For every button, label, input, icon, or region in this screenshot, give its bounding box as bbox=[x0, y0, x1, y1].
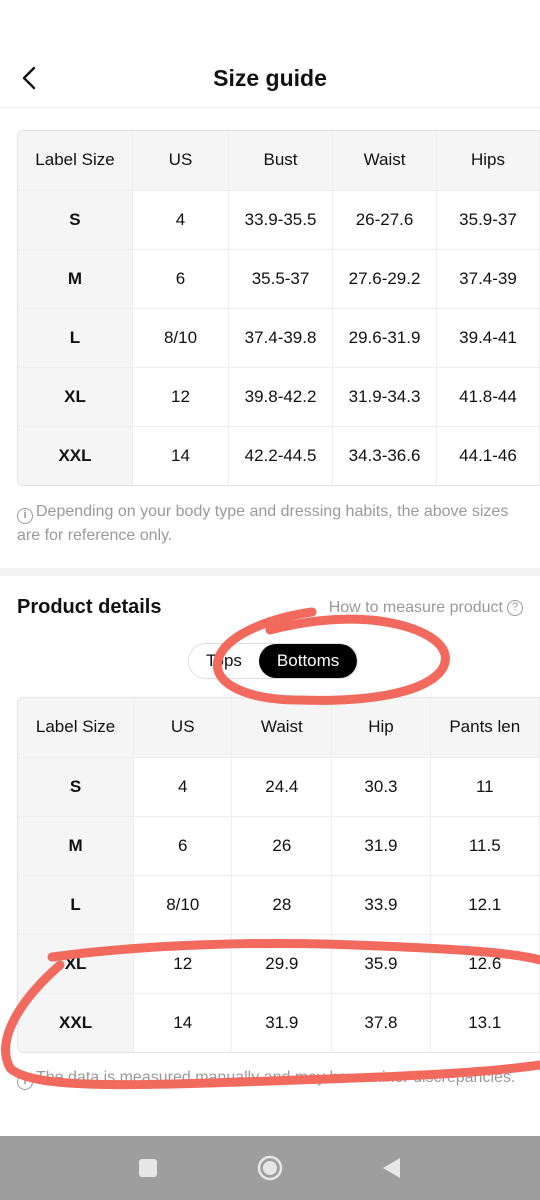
table-cell: 34.3-36.6 bbox=[332, 426, 438, 485]
table-cell: 14 bbox=[132, 426, 230, 485]
table-cell: 28 bbox=[231, 875, 333, 935]
table-row: XXL 14 31.9 37.8 13.1 bbox=[18, 993, 540, 1052]
note-text: The data is measured manually and may ha… bbox=[36, 1069, 516, 1086]
size-label-cell: XL bbox=[18, 934, 135, 994]
table-cell: 26 bbox=[231, 816, 333, 876]
info-icon: i bbox=[17, 1074, 33, 1090]
column-header: US bbox=[132, 131, 230, 191]
table-row: XL 12 39.8-42.2 31.9-34.3 41.8-44 bbox=[18, 367, 540, 427]
tab-tops[interactable]: Tops bbox=[189, 644, 259, 678]
table-cell: 12 bbox=[132, 367, 230, 427]
table-cell: 37.4-39 bbox=[436, 249, 540, 309]
category-toggle: Tops Bottoms bbox=[188, 643, 359, 679]
table-cell: 39.8-42.2 bbox=[228, 367, 334, 427]
table-cell: 39.4-41 bbox=[436, 308, 540, 368]
back-triangle-icon[interactable] bbox=[378, 1154, 406, 1182]
table-cell: 13.1 bbox=[430, 993, 540, 1052]
section-divider bbox=[0, 568, 540, 576]
column-header: Hip bbox=[331, 698, 431, 758]
table-cell: 8/10 bbox=[132, 308, 230, 368]
table-cell: 31.9 bbox=[331, 816, 431, 876]
table-cell: 42.2-44.5 bbox=[228, 426, 334, 485]
app-header: Size guide bbox=[0, 50, 540, 108]
table-cell: 26-27.6 bbox=[332, 190, 438, 250]
table-header-row: Label Size US Waist Hip Pants len bbox=[18, 698, 540, 758]
size-guide-content[interactable]: Label Size US Bust Waist Hips S 4 33.9-3… bbox=[0, 108, 540, 1136]
table-row: XXL 14 42.2-44.5 34.3-36.6 44.1-46 bbox=[18, 426, 540, 485]
column-header: Waist bbox=[231, 698, 333, 758]
table-cell: 29.9 bbox=[231, 934, 333, 994]
table-cell: 11.5 bbox=[430, 816, 540, 876]
size-label-cell: L bbox=[18, 875, 135, 935]
column-header: Bust bbox=[228, 131, 334, 191]
page-title: Size guide bbox=[213, 65, 327, 91]
table-row: S 4 24.4 30.3 11 bbox=[18, 757, 540, 817]
table-cell: 37.4-39.8 bbox=[228, 308, 334, 368]
question-icon: ? bbox=[507, 600, 523, 616]
table-cell: 6 bbox=[133, 816, 233, 876]
table-cell: 27.6-29.2 bbox=[332, 249, 438, 309]
table-cell: 12.1 bbox=[430, 875, 540, 935]
product-size-table: Label Size US Waist Hip Pants len S 4 24… bbox=[17, 697, 540, 1053]
info-icon: i bbox=[17, 508, 33, 524]
table-cell: 11 bbox=[430, 757, 540, 817]
table-cell: 4 bbox=[132, 190, 230, 250]
table-cell: 44.1-46 bbox=[436, 426, 540, 485]
table-cell: 4 bbox=[133, 757, 233, 817]
table-cell: 35.5-37 bbox=[228, 249, 334, 309]
size-label-cell: M bbox=[18, 816, 135, 876]
system-nav-bar bbox=[0, 1136, 540, 1200]
table-cell: 33.9 bbox=[331, 875, 431, 935]
table-cell: 8/10 bbox=[133, 875, 233, 935]
size-label-cell: S bbox=[18, 757, 135, 817]
column-header: Label Size bbox=[18, 698, 135, 758]
table-cell: 31.9 bbox=[231, 993, 333, 1052]
table-row: M 6 35.5-37 27.6-29.2 37.4-39 bbox=[18, 249, 540, 309]
table-row: XL 12 29.9 35.9 12.6 bbox=[18, 934, 540, 994]
size-label-cell: XL bbox=[18, 367, 133, 427]
table-row: L 8/10 28 33.9 12.1 bbox=[18, 875, 540, 935]
table-cell: 14 bbox=[133, 993, 233, 1052]
table-cell: 41.8-44 bbox=[436, 367, 540, 427]
table-row: M 6 26 31.9 11.5 bbox=[18, 816, 540, 876]
table-cell: 37.8 bbox=[331, 993, 431, 1052]
table-header-row: Label Size US Bust Waist Hips bbox=[18, 131, 540, 191]
size-label-cell: L bbox=[18, 308, 133, 368]
size-label-cell: M bbox=[18, 249, 133, 309]
table-cell: 35.9 bbox=[331, 934, 431, 994]
how-to-measure-link[interactable]: How to measure product ? bbox=[329, 599, 523, 617]
table-row: L 8/10 37.4-39.8 29.6-31.9 39.4-41 bbox=[18, 308, 540, 368]
table-cell: 35.9-37 bbox=[436, 190, 540, 250]
size-label-cell: XXL bbox=[18, 426, 133, 485]
size-label-cell: S bbox=[18, 190, 133, 250]
product-details-title: Product details bbox=[17, 596, 162, 618]
home-icon[interactable] bbox=[256, 1154, 284, 1182]
column-header: Hips bbox=[436, 131, 540, 191]
table-row: S 4 33.9-35.5 26-27.6 35.9-37 bbox=[18, 190, 540, 250]
column-header: Label Size bbox=[18, 131, 133, 191]
recent-apps-icon[interactable] bbox=[134, 1154, 162, 1182]
table-cell: 12.6 bbox=[430, 934, 540, 994]
column-header: Pants len bbox=[430, 698, 540, 758]
tab-bottoms[interactable]: Bottoms bbox=[258, 644, 358, 678]
table-cell: 31.9-34.3 bbox=[332, 367, 438, 427]
column-header: Waist bbox=[332, 131, 438, 191]
column-header: US bbox=[133, 698, 233, 758]
note-text: Depending on your body type and dressing… bbox=[17, 503, 509, 544]
body-size-table: Label Size US Bust Waist Hips S 4 33.9-3… bbox=[17, 130, 540, 486]
table-cell: 30.3 bbox=[331, 757, 431, 817]
how-to-measure-label: How to measure product bbox=[328, 599, 503, 616]
size-label-cell: XXL bbox=[18, 993, 135, 1052]
table-cell: 24.4 bbox=[231, 757, 333, 817]
measurement-note: i The data is measured manually and may h… bbox=[17, 1066, 527, 1090]
table-cell: 12 bbox=[133, 934, 233, 994]
table-cell: 29.6-31.9 bbox=[332, 308, 438, 368]
table-cell: 6 bbox=[132, 249, 230, 309]
size-reference-note: i Depending on your body type and dressin… bbox=[17, 500, 527, 547]
table-cell: 33.9-35.5 bbox=[228, 190, 334, 250]
